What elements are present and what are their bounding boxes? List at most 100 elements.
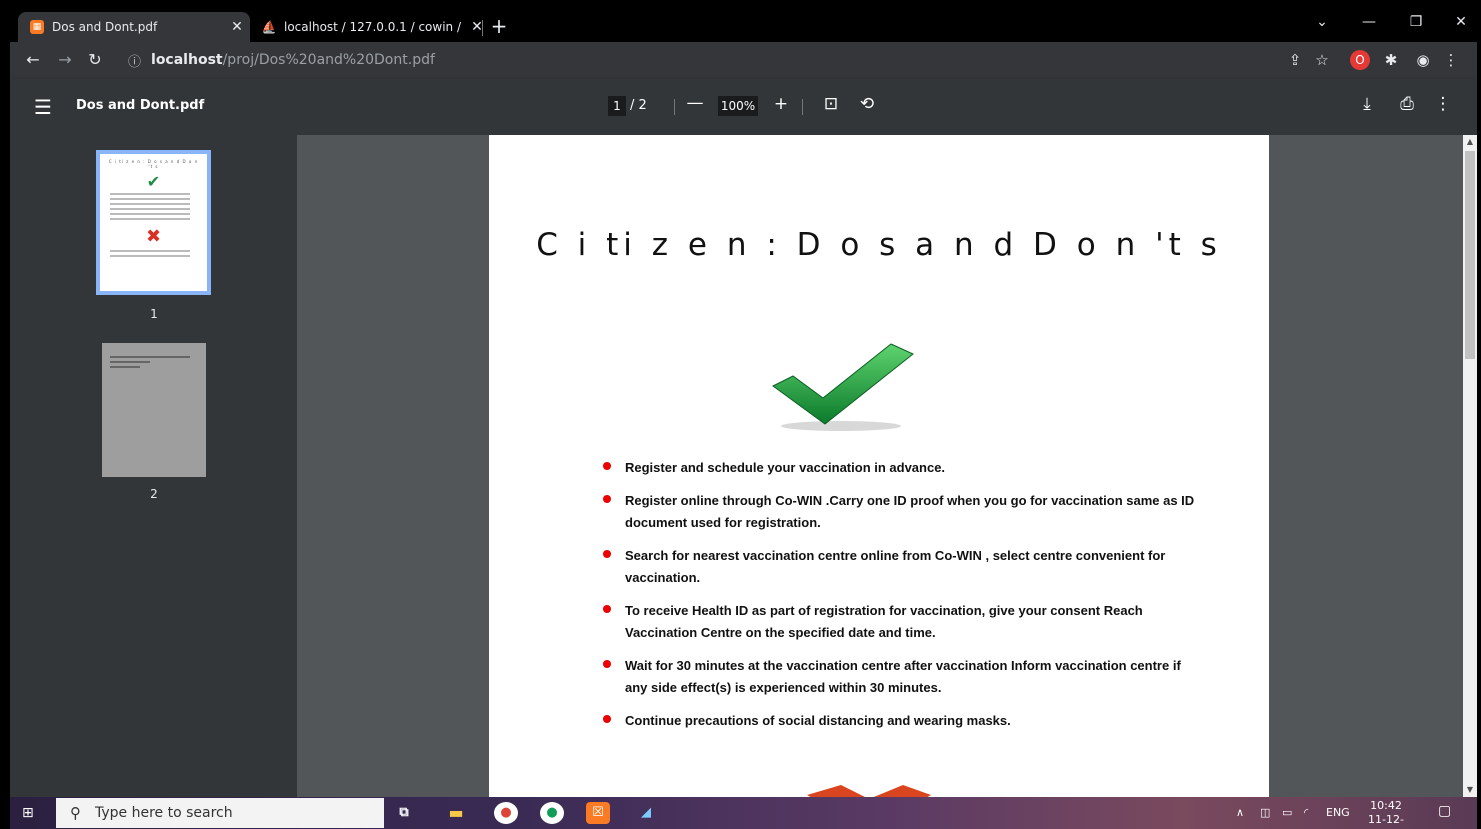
tab-title: localhost / 127.0.0.1 / cowin / ap xyxy=(284,20,464,34)
extensions-puzzle-icon[interactable]: ✱ xyxy=(1380,51,1402,69)
total-pages: / 2 xyxy=(630,98,647,113)
browser-window: ▦ Dos and Dont.pdf ✕ ⛵ localhost / 127.0… xyxy=(10,8,1477,829)
dos-list: Register and schedule your vaccination i… xyxy=(597,457,1197,743)
minimize-icon[interactable]: — xyxy=(1354,14,1384,30)
tab-phpmyadmin[interactable]: ⛵ localhost / 127.0.0.1 / cowin / ap ✕ xyxy=(250,12,490,42)
tab-strip: ▦ Dos and Dont.pdf ✕ ⛵ localhost / 127.0… xyxy=(10,8,1477,42)
language-indicator[interactable]: ENG xyxy=(1326,806,1350,819)
opera-extension-icon[interactable]: O xyxy=(1350,50,1370,70)
close-tab-icon[interactable]: ✕ xyxy=(224,19,250,35)
new-tab-icon[interactable]: + xyxy=(486,14,512,40)
bookmark-star-icon[interactable]: ☆ xyxy=(1311,51,1333,69)
chrome-icon[interactable]: ● xyxy=(494,802,518,824)
thumbnail-line xyxy=(110,361,150,363)
thumbnail-line xyxy=(110,255,190,257)
profile-avatar-icon[interactable]: ◉ xyxy=(1412,51,1434,69)
list-item: Register online through Co-WIN .Carry on… xyxy=(597,490,1197,534)
vertical-scrollbar[interactable]: ▲ ▼ xyxy=(1463,135,1477,797)
forward-icon[interactable]: → xyxy=(54,50,76,69)
info-icon[interactable]: ⓘ xyxy=(128,51,141,70)
toolbar-divider xyxy=(802,99,803,115)
green-check-icon xyxy=(772,343,914,431)
tab-divider xyxy=(482,20,483,36)
bullet-dot xyxy=(603,550,611,558)
bullet-dot xyxy=(603,462,611,470)
phpmyadmin-icon: ⛵ xyxy=(261,20,277,34)
sidebar-menu-icon[interactable]: ☰ xyxy=(34,95,52,119)
address-bar[interactable]: ⓘ localhost/proj/Dos%20and%20Dont.pdf xyxy=(120,46,1350,74)
zoom-input[interactable]: 100% xyxy=(718,96,758,116)
more-actions-icon[interactable]: ⋮ xyxy=(1432,94,1454,114)
search-placeholder: Type here to search xyxy=(95,805,233,821)
thumbnail-line xyxy=(110,193,190,195)
taskbar-search[interactable]: ⚲ Type here to search xyxy=(56,798,384,828)
list-item: Wait for 30 minutes at the vaccination c… xyxy=(597,655,1197,699)
tab-search-icon[interactable]: ⌄ xyxy=(1307,14,1337,30)
thumbnail-line xyxy=(110,208,190,210)
tab-dos-and-dont[interactable]: ▦ Dos and Dont.pdf ✕ xyxy=(18,12,250,42)
browser-toolbar: ← → ↻ ⓘ localhost/proj/Dos%20and%20Dont.… xyxy=(10,42,1477,79)
clock-time: 10:42 xyxy=(1370,799,1402,812)
reload-icon[interactable]: ↻ xyxy=(84,50,106,69)
print-icon[interactable]: ⎙ xyxy=(1396,94,1418,114)
thumbnail-line xyxy=(110,366,140,368)
thumbnail-line xyxy=(110,213,190,215)
xampp-taskbar-icon[interactable]: ☒ xyxy=(586,802,610,824)
meet-now-icon[interactable]: ◫ xyxy=(1260,806,1270,819)
list-item: Continue precautions of social distancin… xyxy=(597,710,1197,732)
windows-taskbar: ⊞ ⚲ Type here to search ⧉ ▬ ● ● ☒ ◢ ∧ ◫ … xyxy=(10,797,1477,829)
share-icon[interactable]: ⇪ xyxy=(1284,51,1306,69)
thumbnail-line xyxy=(110,203,190,205)
notepad-icon[interactable]: ◢ xyxy=(634,802,658,824)
windows-start-icon[interactable]: ⊞ xyxy=(22,805,38,821)
document-title: C i ti z e n : D o s a n d D o n 't s xyxy=(536,227,1222,263)
thumbnail-sidebar: C i ti z e n : D o s a n d D o n 't s ✔ … xyxy=(10,135,297,797)
page-number-input[interactable]: 1 xyxy=(608,96,626,116)
zoom-out-icon[interactable]: — xyxy=(684,93,706,113)
url-text: localhost/proj/Dos%20and%20Dont.pdf xyxy=(151,52,435,68)
task-view-icon[interactable]: ⧉ xyxy=(392,802,416,824)
thumbnail-line xyxy=(110,250,190,252)
notification-icon[interactable]: ▢ xyxy=(1438,803,1451,819)
bullet-dot xyxy=(603,715,611,723)
thumbnail-check-icon: ✔ xyxy=(146,172,161,191)
thumbnail-line xyxy=(110,218,190,220)
tray-chevron-icon[interactable]: ∧ xyxy=(1236,806,1244,819)
pdf-page-1: C i ti z e n : D o s a n d D o n 't s Re… xyxy=(489,135,1269,797)
list-item: To receive Health ID as part of registra… xyxy=(597,600,1197,644)
bullet-dot xyxy=(603,495,611,503)
page-thumbnail-2[interactable] xyxy=(102,343,206,477)
download-icon[interactable]: ⤓ xyxy=(1356,94,1378,114)
list-item: Search for nearest vaccination centre on… xyxy=(597,545,1197,589)
thumbnail-title: C i ti z e n : D o s a n d D o n 't s xyxy=(108,159,199,169)
scrollbar-thumb[interactable] xyxy=(1465,151,1475,359)
clock-date: 11-12-2021 xyxy=(1368,813,1404,829)
zoom-in-icon[interactable]: + xyxy=(770,94,792,114)
search-icon: ⚲ xyxy=(70,804,81,822)
thumbnail-label-1: 1 xyxy=(150,307,158,321)
rotate-icon[interactable]: ⟲ xyxy=(856,94,878,114)
bullet-dot xyxy=(603,660,611,668)
fit-to-page-icon[interactable]: ⊡ xyxy=(820,94,842,114)
scroll-down-icon[interactable]: ▼ xyxy=(1463,783,1477,797)
pdf-filename: Dos and Dont.pdf xyxy=(76,98,205,113)
toolbar-divider xyxy=(674,99,675,115)
close-window-icon[interactable]: ✕ xyxy=(1446,14,1476,30)
scroll-up-icon[interactable]: ▲ xyxy=(1463,135,1477,149)
pdf-viewer[interactable]: C i ti z e n : D o s a n d D o n 't s Re… xyxy=(297,135,1463,797)
thumbnail-cross-icon: ✖ xyxy=(145,226,162,247)
back-icon[interactable]: ← xyxy=(22,50,44,69)
page-thumbnail-1[interactable]: C i ti z e n : D o s a n d D o n 't s ✔ … xyxy=(96,150,211,295)
restore-icon[interactable]: ❐ xyxy=(1401,14,1431,30)
thumbnail-line xyxy=(110,356,190,358)
pdf-toolbar: ☰ Dos and Dont.pdf 1 / 2 — 100% + ⊡ ⟲ ⤓ … xyxy=(10,79,1477,135)
bullet-dot xyxy=(603,605,611,613)
file-explorer-icon[interactable]: ▬ xyxy=(444,802,468,824)
xampp-icon: ▦ xyxy=(30,20,44,34)
red-cross-icon xyxy=(807,785,931,797)
wifi-icon[interactable]: ◜ xyxy=(1304,806,1308,819)
battery-icon[interactable]: ▭ xyxy=(1282,806,1292,819)
system-clock[interactable]: 10:42 11-12-2021 xyxy=(1356,799,1416,829)
browser-menu-icon[interactable]: ⋮ xyxy=(1440,51,1462,69)
chrome-profile-icon[interactable]: ● xyxy=(540,802,564,824)
